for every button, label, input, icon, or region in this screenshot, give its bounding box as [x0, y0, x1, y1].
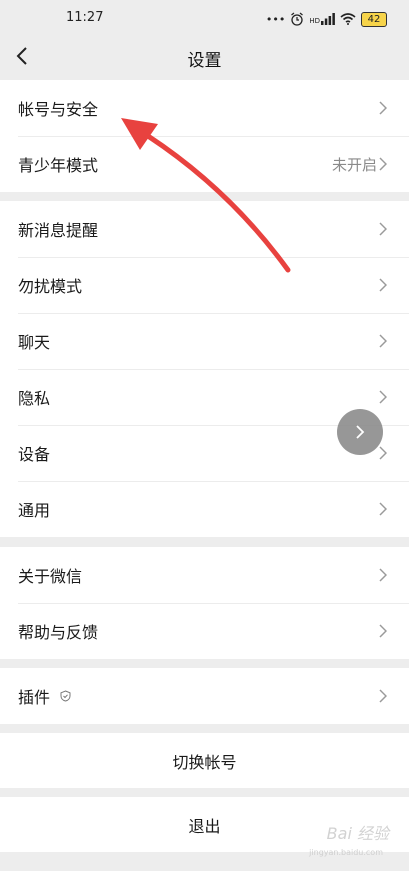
switch-account-button[interactable]: 切换帐号 [0, 733, 409, 788]
chevron-right-icon [379, 568, 387, 582]
settings-item-account-security[interactable]: 帐号与安全 [0, 80, 409, 136]
settings-item-label: 帐号与安全 [18, 100, 99, 119]
chevron-right-icon [379, 278, 387, 292]
chevron-right-icon [379, 446, 387, 460]
settings-item-general[interactable]: 通用 [0, 481, 409, 537]
dots-icon: ••• [265, 12, 286, 26]
nav-bar: 设置 [0, 38, 409, 76]
watermark-url: jingyan.baidu.com [309, 848, 383, 857]
settings-item-do-not-disturb[interactable]: 勿扰模式 [0, 257, 409, 313]
teen-mode-status: 未开启 [331, 155, 377, 174]
settings-item-label: 通用 [18, 501, 51, 520]
chevron-right-icon [356, 425, 365, 439]
settings-item-teen-mode[interactable]: 青少年模式 未开启 [0, 136, 409, 192]
signal-icon: HD [309, 13, 335, 25]
chevron-right-icon [379, 390, 387, 404]
wifi-icon [340, 13, 356, 25]
logout-label: 退出 [188, 816, 221, 836]
settings-item-notifications[interactable]: 新消息提醒 [0, 201, 409, 257]
settings-item-chat[interactable]: 聊天 [0, 313, 409, 369]
settings-group-general: 新消息提醒 勿扰模式 聊天 隐私 设备 通用 [0, 201, 409, 537]
settings-item-label: 勿扰模式 [18, 277, 83, 296]
settings-item-label: 插件 [18, 688, 51, 707]
settings-item-label: 关于微信 [18, 567, 83, 586]
settings-item-about-wechat[interactable]: 关于微信 [0, 547, 409, 603]
settings-group-about: 关于微信 帮助与反馈 [0, 547, 409, 659]
chevron-right-icon [379, 222, 387, 236]
hd-badge: HD [309, 17, 320, 25]
settings-item-label: 青少年模式 [18, 156, 99, 175]
watermark-logo: Bai 经验 [326, 824, 389, 843]
settings-item-label: 聊天 [18, 333, 51, 352]
settings-item-label: 新消息提醒 [18, 221, 99, 240]
chevron-right-icon [379, 502, 387, 516]
page-title: 设置 [187, 51, 222, 71]
settings-group-account: 帐号与安全 青少年模式 未开启 [0, 80, 409, 192]
status-bar: 11:27 ••• HD 42 [0, 0, 409, 38]
battery-level: 42 [367, 13, 381, 25]
chevron-right-icon [379, 157, 387, 171]
chevron-right-icon [379, 101, 387, 115]
chevron-right-icon [379, 334, 387, 348]
settings-item-label: 帮助与反馈 [18, 623, 99, 642]
settings-item-help-feedback[interactable]: 帮助与反馈 [0, 603, 409, 659]
alarm-icon [291, 12, 304, 26]
shield-icon [60, 690, 71, 702]
chevron-right-icon [379, 624, 387, 638]
chevron-right-icon [379, 689, 387, 703]
status-time: 11:27 [66, 10, 104, 25]
settings-item-label: 隐私 [18, 389, 51, 408]
floating-assist-button[interactable] [337, 409, 383, 455]
battery-icon: 42 [361, 11, 387, 27]
settings-item-plugins[interactable]: 插件 [0, 668, 409, 724]
switch-account-label: 切换帐号 [172, 752, 237, 772]
status-icons: ••• HD 42 [266, 10, 387, 28]
settings-item-label: 设备 [18, 445, 51, 464]
settings-group-plugins: 插件 [0, 668, 409, 724]
